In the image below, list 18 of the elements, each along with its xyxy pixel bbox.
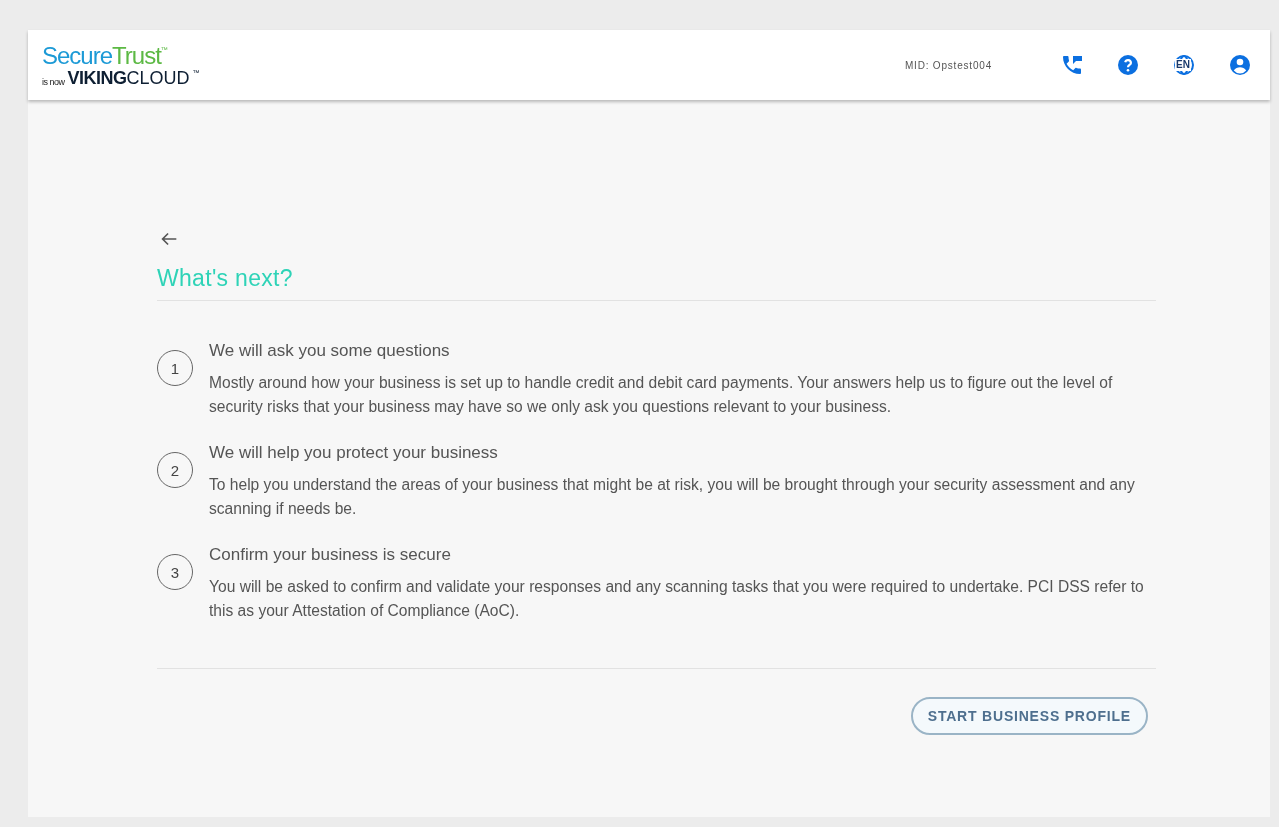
merchant-id: MID: Opstest004	[904, 59, 992, 71]
step-title: We will ask you some questions	[209, 341, 451, 361]
logo-text: Trust	[112, 43, 161, 68]
start-business-profile-button[interactable]: START BUSINESS PROFILE	[910, 697, 1148, 735]
logo-text: VIKING	[67, 68, 127, 87]
logo-text: CLOUD	[126, 68, 190, 87]
phone-icon[interactable]	[1060, 53, 1084, 77]
step-description: Mostly around how your business is set up to handle credit and debit card payments. Your answers help us to figure out the level of security risks that your business may have so we only ask you questions relevant to your business.	[209, 373, 1114, 417]
logo-text: Secure	[42, 43, 113, 68]
account-icon[interactable]	[1228, 53, 1252, 77]
step-title: Confirm your business is secure	[209, 545, 452, 565]
step-description: To help you understand the areas of your business that might be at risk, you will be brought through your security assessment and any scanning if needs be.	[209, 475, 1136, 519]
step-title: We will help you protect your business	[209, 443, 499, 463]
step-description: You will be asked to confirm and validate your responses and any scanning tasks that you were required to undertake. PCI DSS refer to this as your Attestation of Compliance (AoC).	[209, 577, 1145, 621]
page-title: What's next?	[157, 265, 1156, 301]
logo-tagline: is now	[42, 77, 65, 87]
language-button[interactable]: EN	[1172, 53, 1196, 77]
help-icon[interactable]	[1116, 53, 1140, 77]
